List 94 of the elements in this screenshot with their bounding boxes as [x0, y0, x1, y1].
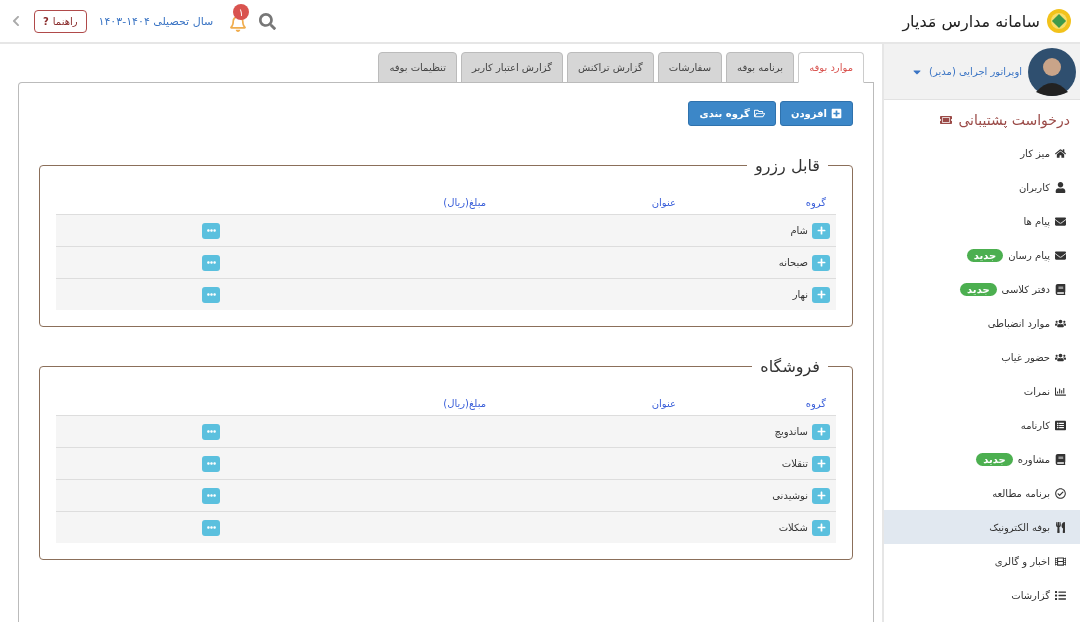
expand-button[interactable] [812, 222, 830, 239]
support-link[interactable]: درخواست پشتیبانی [958, 112, 1070, 128]
new-badge: جدید [976, 452, 1013, 466]
app-title: سامانه مدارس مَدیار [902, 11, 1040, 31]
chart-icon [1055, 385, 1066, 397]
ellipsis-icon [206, 459, 216, 468]
plus-icon [816, 258, 826, 267]
expand-button[interactable] [812, 519, 830, 536]
expand-button[interactable] [812, 455, 830, 472]
logo-icon [1046, 8, 1072, 34]
new-badge: جدید [960, 282, 997, 296]
expand-button[interactable] [812, 254, 830, 271]
chevron-icon[interactable] [10, 15, 22, 27]
ellipsis-icon [206, 523, 216, 532]
column-header[interactable]: گروه [676, 398, 826, 409]
ellipsis-icon [206, 491, 216, 500]
plus-icon [816, 226, 826, 235]
film-icon [1055, 555, 1066, 567]
expand-button[interactable] [812, 487, 830, 504]
users-icon [1055, 317, 1066, 329]
book-icon [1055, 453, 1066, 465]
more-button[interactable] [202, 455, 220, 472]
plus-icon [816, 523, 826, 532]
more-button[interactable] [202, 519, 220, 536]
search-icon[interactable] [259, 12, 277, 30]
menu-item[interactable]: بوفه الکترونیک [884, 510, 1080, 544]
list-icon [1055, 589, 1066, 601]
group-name: تنقلات [781, 458, 808, 469]
folder-icon [753, 108, 765, 119]
menu-item[interactable]: نمرات [884, 374, 1080, 408]
tab[interactable]: برنامه بوفه [726, 52, 795, 83]
ellipsis-icon [206, 290, 216, 299]
group-name: نوشیدنی [772, 490, 808, 501]
menu-item[interactable]: پیام رسان جدید [884, 238, 1080, 272]
tab[interactable]: موارد بوفه [798, 52, 864, 83]
group-name: شکلات [778, 522, 808, 533]
menu-item[interactable]: موارد انضباطی [884, 306, 1080, 340]
ellipsis-icon [206, 258, 216, 267]
section-title: فروشگاه [759, 357, 821, 376]
column-header[interactable]: مبلغ(ریال) [66, 398, 486, 409]
more-button[interactable] [202, 487, 220, 504]
envelope-icon [1055, 249, 1066, 261]
plus-icon [816, 427, 826, 436]
menu-item[interactable]: برنامه مطالعه [884, 476, 1080, 510]
menu-item[interactable]: گزارشات [884, 578, 1080, 612]
plus-icon [831, 108, 842, 119]
menu-item[interactable]: میز کار [884, 136, 1080, 170]
ellipsis-icon [206, 226, 216, 235]
ticket-icon [940, 114, 953, 126]
avatar [1028, 47, 1076, 96]
plus-icon [816, 290, 826, 299]
menu-item[interactable]: کاربران [884, 170, 1080, 204]
group-name: نهار [792, 289, 808, 300]
group-name: شام [790, 225, 808, 236]
ellipsis-icon [206, 427, 216, 436]
more-button[interactable] [202, 286, 220, 303]
users-icon [1055, 351, 1066, 363]
notification-count: ۱ [233, 4, 250, 20]
tab[interactable]: سفارشات [657, 52, 722, 83]
user-icon [1055, 181, 1066, 193]
user-name[interactable]: اوپراتور اجرایی (مدیر) [929, 66, 1022, 77]
group-button[interactable]: گروه بندی [688, 101, 776, 126]
academic-year[interactable]: سال تحصیلی ۱۴۰۴-۱۴۰۳ [98, 14, 214, 28]
plus-icon [816, 491, 826, 500]
envelope-icon [1055, 215, 1066, 227]
expand-button[interactable] [812, 286, 830, 303]
list-icon [1055, 419, 1066, 431]
help-button[interactable]: راهنما ? [34, 9, 87, 33]
more-button[interactable] [202, 423, 220, 440]
menu-item[interactable]: پیام ها [884, 204, 1080, 238]
group-name: ساندویچ [774, 426, 808, 437]
more-button[interactable] [202, 222, 220, 239]
menu-item[interactable]: حضور غیاب [884, 340, 1080, 374]
section-title: قابل رزرو [753, 156, 821, 175]
utensils-icon [1055, 521, 1066, 533]
tab[interactable]: گزارش تراکنش [566, 52, 654, 83]
group-name: صبحانه [778, 257, 808, 268]
expand-button[interactable] [812, 423, 830, 440]
column-header[interactable]: عنوان [486, 197, 676, 208]
home-icon [1055, 147, 1066, 159]
column-header[interactable]: گروه [676, 197, 826, 208]
add-button[interactable]: افزودن [779, 101, 853, 126]
column-header[interactable]: مبلغ(ریال) [66, 197, 486, 208]
plus-icon [816, 459, 826, 468]
new-badge: جدید [966, 248, 1004, 262]
menu-item[interactable]: مشاوره جدید [884, 442, 1080, 476]
tab[interactable]: گزارش اعتبار کاربر [460, 52, 563, 83]
menu-item[interactable]: دفتر کلاسی جدید [884, 272, 1080, 306]
tab[interactable]: تنظیمات بوفه [378, 52, 457, 83]
more-button[interactable] [202, 254, 220, 271]
menu-item[interactable]: اخبار و گالری [884, 544, 1080, 578]
menu-item[interactable]: کارنامه [884, 408, 1080, 442]
column-header[interactable]: عنوان [486, 398, 676, 409]
book-icon [1055, 283, 1066, 295]
